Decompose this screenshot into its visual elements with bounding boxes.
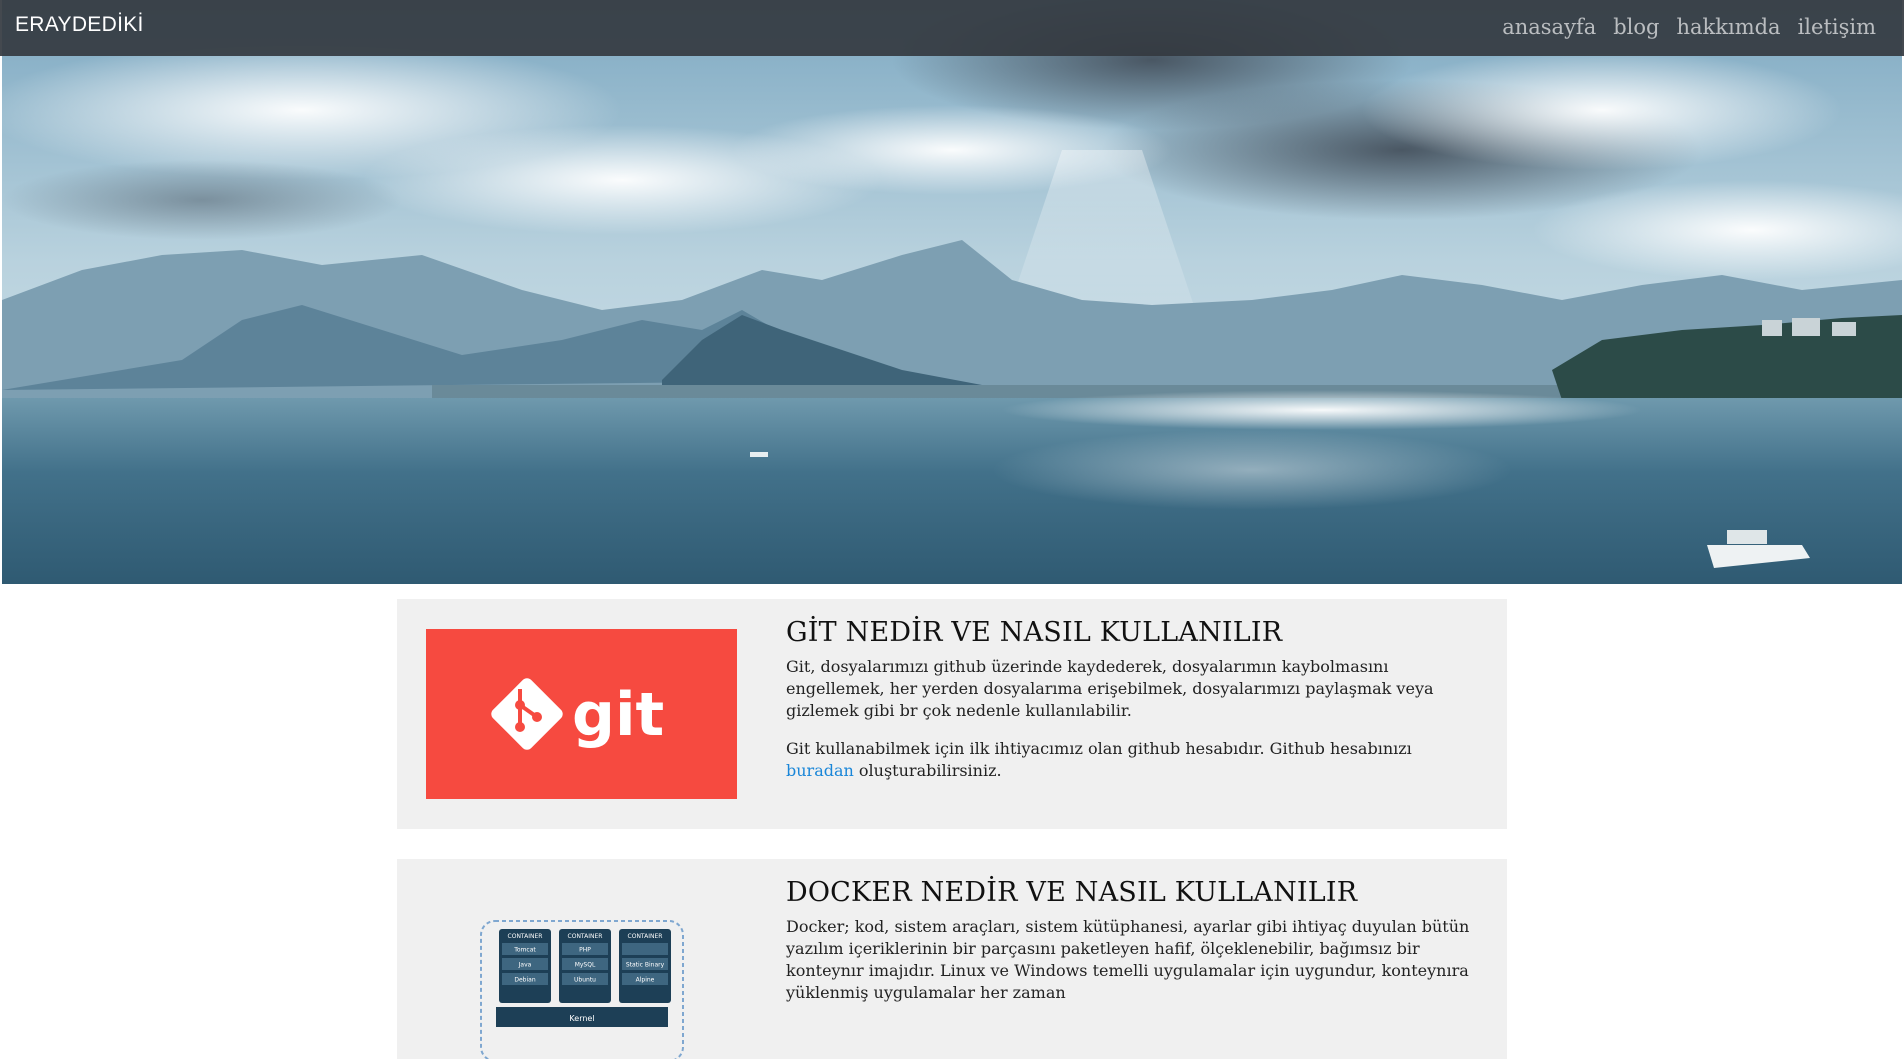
post-text: oluşturabilirsiniz. [853,761,1002,780]
container-layer-label: Ubuntu [574,977,596,984]
nav-links: anasayfa blog hakkımda iletişim [1502,15,1876,39]
nav-link-home[interactable]: anasayfa [1502,15,1596,39]
container-layer [622,943,668,955]
github-signup-link[interactable]: buradan [786,761,854,780]
git-thumbnail[interactable]: git [426,629,737,799]
container-layer-label: PHP [579,947,591,954]
container-layer-label: Alpine [636,977,655,984]
brand-logo[interactable]: ERAYDEDİKİ [15,13,144,37]
post-paragraph: Git, dosyalarımızı github üzerinde kayde… [786,657,1434,720]
post-title[interactable]: GİT NEDİR VE NASIL KULLANILIR [786,617,1481,648]
post-paragraph: Git kullanabilmek için ilk ihtiyacımız o… [786,738,1481,782]
nav-link-about[interactable]: hakkımda [1676,15,1780,39]
post-card-git: git GİT NEDİR VE NASIL KULLANILIR Git, d… [397,599,1507,829]
container-layer-label: MySQL [575,962,596,969]
container-layer-label: Debian [514,977,535,984]
post-body: DOCKER NEDİR VE NASIL KULLANILIR Docker;… [786,877,1481,1020]
post-paragraph: Docker; kod, sistem araçları, sistem küt… [786,917,1470,1002]
hero-landscape-image [2,0,1902,584]
container-header-label: CONTAINER [568,933,603,940]
post-card-docker: CONTAINER Tomcat Java Debian CONTAINER PHP MyS… [397,859,1507,1062]
docker-thumbnail[interactable]: CONTAINER Tomcat Java Debian CONTAINER PHP MyS… [426,889,737,1062]
docker-architecture-diagram: CONTAINER Tomcat Java Debian CONTAINER PHP MyS… [480,920,684,1062]
post-body: GİT NEDİR VE NASIL KULLANILIR Git, dosya… [786,617,1481,798]
container-header-label: CONTAINER [628,933,663,940]
container-layer-label: Java [518,962,532,969]
kernel-label: Kernel [569,1014,594,1023]
container-header-label: CONTAINER [508,933,543,940]
container-layer-label: Tomcat [513,947,536,954]
git-logo-text: git [572,680,664,750]
post-title[interactable]: DOCKER NEDİR VE NASIL KULLANILIR [786,877,1481,908]
git-logo-icon: git [490,678,664,750]
nav-link-contact[interactable]: iletişim [1798,15,1876,39]
container-layer-label: Static Binary [626,962,665,969]
nav-link-blog[interactable]: blog [1613,15,1659,39]
navbar: ERAYDEDİKİ anasayfa blog hakkımda iletiş… [0,0,1904,56]
post-text: Git kullanabilmek için ilk ihtiyacımız o… [786,739,1412,758]
